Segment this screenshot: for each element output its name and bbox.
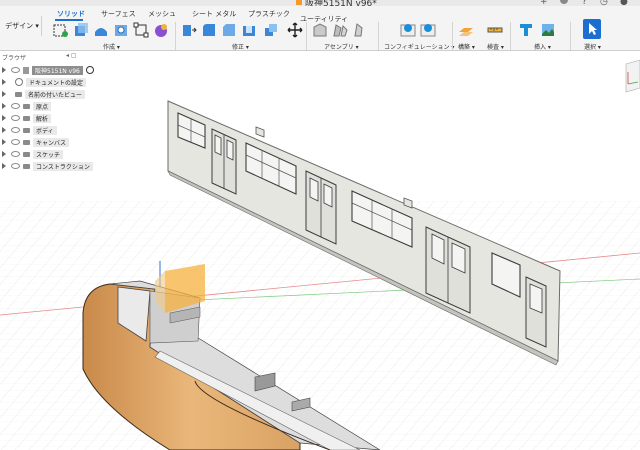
extrude-icon[interactable] [73, 22, 89, 38]
browser-item-named-views[interactable]: 名前の付いたビュー [2, 89, 86, 99]
browser-item-label: ボディ [33, 125, 57, 135]
tab-sheet-metal[interactable]: シート メタル [192, 9, 236, 19]
configure-table-icon[interactable] [400, 22, 416, 38]
browser-item-label: スケッチ [33, 149, 64, 159]
measure-icon[interactable] [487, 22, 503, 38]
expand-icon[interactable] [2, 67, 6, 73]
expand-icon[interactable] [2, 115, 6, 121]
group-select[interactable]: 選択 ▾ [584, 42, 601, 51]
activate-radio-icon[interactable] [85, 66, 94, 74]
browser-root-label: 阪神5151N v96 [32, 65, 83, 75]
viewport-canvas[interactable] [0, 51, 640, 450]
browser-item-label: 解析 [33, 113, 52, 123]
group-modify[interactable]: 修正 ▾ [232, 42, 249, 51]
workspace-switcher[interactable]: デザイン ▾ [3, 16, 42, 36]
expand-icon[interactable] [2, 103, 6, 109]
shell-icon[interactable] [241, 22, 257, 38]
folder-icon [23, 151, 30, 157]
group-construct[interactable]: 構築 ▾ [458, 42, 475, 51]
group-create[interactable]: 作成 ▾ [103, 42, 120, 51]
browser-item-analysis[interactable]: 解析 [2, 113, 52, 123]
visibility-eye-icon[interactable] [11, 103, 20, 109]
hole-icon[interactable] [113, 22, 129, 38]
browser-item-sketches[interactable]: スケッチ [2, 149, 64, 159]
folder-icon [23, 103, 30, 109]
divider [452, 22, 453, 50]
view-cube[interactable] [622, 58, 640, 98]
visibility-eye-icon[interactable] [11, 139, 20, 145]
divider [378, 22, 379, 50]
joint-icon[interactable] [332, 22, 348, 38]
component-icon [23, 66, 29, 74]
fillet-icon[interactable] [201, 22, 217, 38]
browser-item-label: 名前の付いたビュー [25, 89, 86, 99]
tab-plastic[interactable]: プラスチック [248, 9, 290, 19]
browser-item-bodies[interactable]: ボディ [2, 125, 57, 135]
browser-item-origin[interactable]: 原点 [2, 101, 52, 111]
as-built-joint-icon[interactable] [352, 22, 368, 38]
expand-icon[interactable] [2, 151, 6, 157]
move-icon[interactable] [287, 22, 303, 38]
browser-root-row[interactable]: 阪神5151N v96 [2, 65, 94, 75]
create-form-icon[interactable] [153, 22, 169, 38]
folder-icon [23, 163, 30, 169]
visibility-eye-icon[interactable] [11, 127, 20, 133]
gear-icon [15, 78, 23, 86]
browser-item-label: 原点 [33, 101, 52, 111]
combine-icon[interactable] [263, 22, 279, 38]
visibility-eye-icon[interactable] [11, 163, 20, 169]
box-select-icon[interactable] [133, 22, 149, 38]
tab-surface[interactable]: サーフェス [101, 9, 136, 19]
browser-item-construction[interactable]: コンストラクション [2, 161, 93, 171]
ribbon-toolbar: デザイン ▾ ソリッド サーフェス メッシュ シート メタル プラスチック ユー… [0, 6, 640, 51]
group-assemble[interactable]: アセンブリ ▾ [324, 42, 359, 51]
chamfer-icon[interactable] [221, 22, 237, 38]
expand-icon[interactable] [2, 127, 6, 133]
group-inspect[interactable]: 検査 ▾ [487, 42, 504, 51]
browser-item-document-settings[interactable]: ドキュメントの設定 [2, 77, 87, 87]
expand-icon[interactable] [2, 139, 6, 145]
group-insert[interactable]: 挿入 ▾ [534, 42, 551, 51]
expand-icon[interactable] [2, 91, 6, 97]
active-tab-indicator [55, 19, 83, 21]
select-button[interactable] [583, 19, 601, 39]
new-component-icon[interactable] [312, 22, 328, 38]
configure-rules-icon[interactable] [420, 22, 436, 38]
visibility-eye-icon[interactable] [11, 151, 20, 157]
divider [306, 22, 307, 50]
expand-icon[interactable] [2, 79, 6, 85]
new-sketch-icon[interactable] [53, 22, 69, 38]
document-icon [296, 0, 302, 5]
visibility-eye-icon[interactable] [11, 67, 20, 73]
browser-item-label: ドキュメントの設定 [26, 77, 87, 87]
browser-title: ブラウザ [2, 55, 27, 62]
browser-item-label: キャンバス [33, 137, 70, 147]
folder-icon [23, 127, 30, 133]
select-cursor-icon [589, 23, 597, 35]
expand-icon[interactable] [2, 163, 6, 169]
insert-derive-icon[interactable] [518, 22, 534, 38]
insert-canvas-icon[interactable] [540, 22, 556, 38]
divider [570, 22, 571, 50]
browser-item-canvases[interactable]: キャンバス [2, 137, 70, 147]
divider [510, 22, 511, 50]
press-pull-icon[interactable] [181, 22, 197, 38]
browser-collapse-icon[interactable]: ◂ ▢ [66, 52, 77, 59]
folder-icon [15, 91, 22, 97]
tab-mesh[interactable]: メッシュ [148, 9, 176, 19]
offset-plane-icon[interactable] [458, 22, 474, 38]
revolve-icon[interactable] [93, 22, 109, 38]
divider [175, 22, 176, 50]
folder-icon [23, 115, 30, 121]
browser-item-label: コンストラクション [33, 161, 93, 171]
visibility-eye-icon[interactable] [11, 115, 20, 121]
tab-solid[interactable]: ソリッド [57, 9, 85, 19]
group-configure[interactable]: コンフィギュレーション ▾ [384, 42, 454, 51]
folder-icon [23, 139, 30, 145]
